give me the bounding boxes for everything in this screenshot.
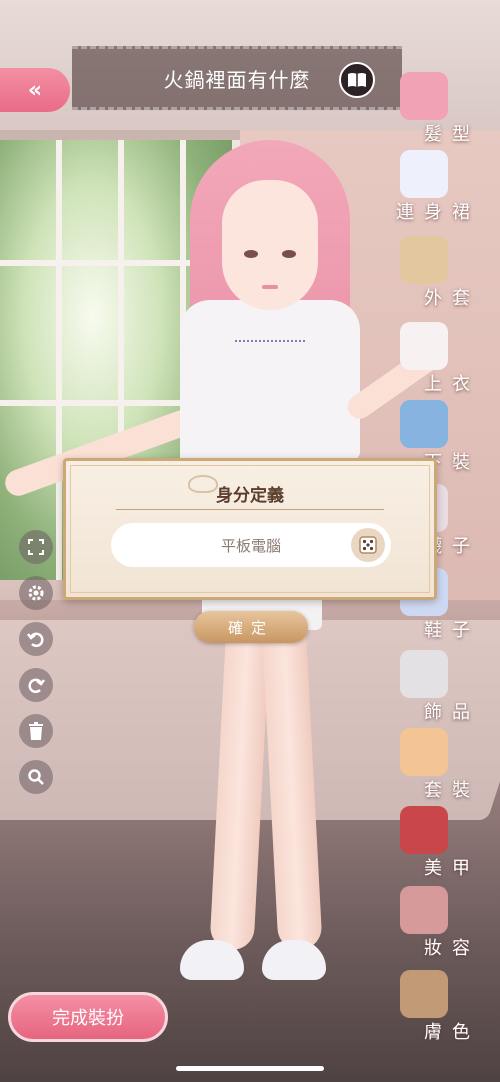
category-label: 鞋子 <box>424 620 480 641</box>
confirm-button[interactable]: 確定 <box>194 611 308 643</box>
outfit-icon <box>400 728 448 776</box>
category-label: 飾品 <box>424 702 480 723</box>
character-leg <box>209 619 271 951</box>
category-item[interactable]: 膚色 <box>396 968 486 1044</box>
back-button[interactable]: « <box>0 68 70 112</box>
category-item[interactable]: 髮型 <box>396 70 486 146</box>
bottoms-icon <box>400 400 448 448</box>
category-item[interactable]: 上衣 <box>396 320 486 396</box>
double-chevron-left-icon: « <box>27 77 43 103</box>
search-button[interactable] <box>19 760 53 794</box>
character-shirt <box>180 300 360 460</box>
identity-value: 平板電腦 <box>220 536 281 555</box>
category-item[interactable]: 連身裙 <box>396 148 486 224</box>
redo-icon <box>28 678 45 694</box>
book-button[interactable] <box>339 62 375 98</box>
makeup-icon <box>400 886 448 934</box>
fullscreen-button[interactable] <box>19 530 53 564</box>
randomize-button[interactable] <box>351 528 385 562</box>
dice-icon <box>359 536 377 554</box>
dialog-title: 身分定義 <box>216 486 284 506</box>
jacket-icon <box>400 236 448 284</box>
fullscreen-icon <box>28 539 44 555</box>
finish-label: 完成裝扮 <box>52 1008 124 1029</box>
confirm-label: 確定 <box>227 618 274 637</box>
nail-polish-icon <box>400 806 448 854</box>
book-icon <box>348 73 366 87</box>
accessory-icon <box>400 650 448 698</box>
category-item[interactable]: 套裝 <box>396 726 486 802</box>
category-item[interactable]: 美甲 <box>396 804 486 880</box>
category-label: 妝容 <box>424 938 480 959</box>
category-label: 上衣 <box>424 374 480 395</box>
undo-icon <box>27 632 44 648</box>
character-eye <box>282 250 296 258</box>
identity-field[interactable]: 平板電腦 <box>111 523 391 567</box>
category-item[interactable]: 飾品 <box>396 648 486 724</box>
category-label: 髮型 <box>424 124 480 145</box>
character-leg <box>261 619 323 951</box>
dialog-divider <box>116 509 384 510</box>
settings-button[interactable] <box>19 576 53 610</box>
category-label: 套裝 <box>424 780 480 801</box>
delete-button[interactable] <box>19 714 53 748</box>
trash-icon <box>29 722 43 740</box>
redo-button[interactable] <box>19 668 53 702</box>
character-eye <box>244 250 258 258</box>
dress-icon <box>400 150 448 198</box>
character-face <box>222 180 318 310</box>
skin-color-icon <box>400 970 448 1018</box>
category-item[interactable]: 妝容 <box>396 884 486 960</box>
category-label: 美甲 <box>424 858 480 879</box>
magnifier-icon <box>28 769 44 785</box>
identity-dialog: 身分定義 平板電腦 <box>63 458 437 600</box>
top-icon <box>400 322 448 370</box>
finish-dressing-button[interactable]: 完成裝扮 <box>8 992 168 1042</box>
home-indicator[interactable] <box>176 1066 324 1071</box>
hairstyle-icon <box>400 72 448 120</box>
category-label: 連身裙 <box>396 202 480 223</box>
category-label: 膚色 <box>424 1022 480 1043</box>
page-title: 火鍋裡面有什麼 <box>163 67 311 92</box>
character-mouth <box>262 285 278 289</box>
category-item[interactable]: 外套 <box>396 234 486 310</box>
category-label: 外套 <box>424 288 480 309</box>
undo-button[interactable] <box>19 622 53 656</box>
gear-icon <box>28 585 44 601</box>
shirt-print <box>235 340 305 380</box>
character-slipper <box>262 940 326 980</box>
